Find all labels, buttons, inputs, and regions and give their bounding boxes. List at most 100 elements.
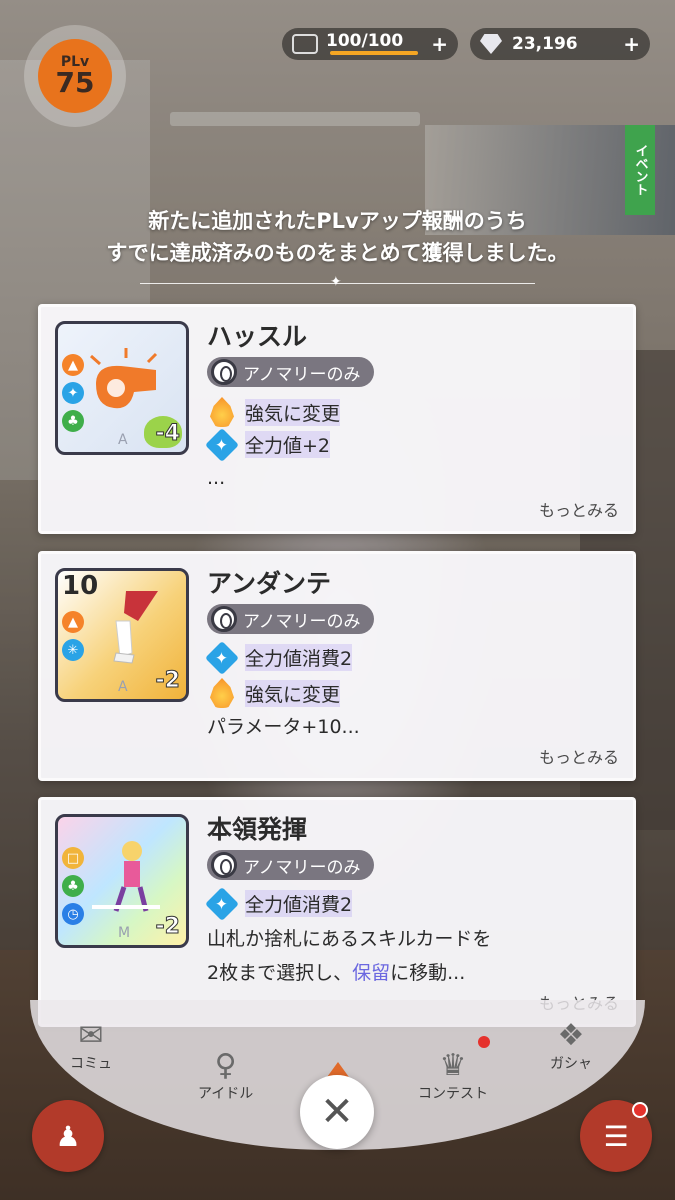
gem-icon (480, 34, 502, 54)
card-plan-tag: アノマリーのみ (207, 604, 375, 634)
card-effect-line: ✦ 全力値消費2 (205, 640, 353, 675)
keyword-link[interactable]: 保留 (352, 958, 390, 985)
player-button[interactable]: ♟ (32, 1100, 104, 1172)
stamina-bar (330, 51, 418, 55)
card-plan-tag: アノマリーのみ (207, 850, 375, 880)
fire-type-icon: ▲ (62, 611, 84, 633)
nav-item-gacha[interactable]: ❖ ガシャ (550, 1018, 592, 1073)
card-effect-text: 強気に変更 (245, 679, 341, 707)
trophy-icon: ♛ (439, 1048, 467, 1083)
card-effect-extra: パラメータ+10... (207, 716, 360, 738)
anomaly-icon (211, 852, 237, 878)
anomaly-icon (211, 359, 237, 385)
card-effect-ellipsis: ... (207, 467, 226, 489)
card-plan-tag-label: アノマリーのみ (243, 364, 361, 385)
star-type-icon: ✦ (62, 382, 84, 404)
card-title: アンダンテ (207, 569, 332, 598)
card-plan-tag-label: アノマリーのみ (243, 857, 361, 878)
card-cost-badge: -2 (155, 668, 180, 694)
contest-notification-dot (478, 1036, 490, 1048)
skill-card-item[interactable]: □ ♣ ◷ M -2 本領発揮 アノマリーのみ ✦ 全力値消費2 山札か捨札にあ… (38, 797, 636, 1027)
producer-level-circle: PLv 75 (38, 39, 112, 113)
card-effect-extra-1: 山札か捨札にあるスキルカードを (207, 928, 492, 950)
anomaly-icon (211, 606, 237, 632)
card-effect-text: に移動... (390, 962, 466, 984)
fire-type-icon: ▲ (62, 354, 84, 376)
card-rarity-letter: A (118, 432, 128, 448)
close-button[interactable]: ✕ (300, 1075, 374, 1149)
notice-line-2: すでに達成済みのものをまとめて獲得しました。 (106, 241, 569, 265)
close-icon: ✕ (320, 1089, 354, 1135)
stamina-icon (292, 34, 318, 54)
fire-icon (210, 678, 234, 708)
card-effect-line: 強気に変更 (207, 678, 341, 708)
card-cost-badge: -4 (155, 421, 180, 447)
stamina-bar-fill (330, 51, 418, 55)
nav-item-commu[interactable]: ✉ コミュ (70, 1018, 112, 1073)
card-title: ハッスル (207, 322, 308, 351)
card-rarity-letter: A (118, 679, 128, 695)
card-cost-number: 10 (62, 571, 99, 601)
clock-type-icon: ◷ (62, 903, 84, 925)
menu-icon: ☰ (603, 1119, 629, 1153)
commu-icon: ✉ (78, 1018, 104, 1053)
see-more-link[interactable]: もっとみる (539, 497, 619, 521)
skill-card-thumbnail: □ ♣ ◷ M -2 (55, 814, 189, 948)
leaf-type-icon: ♣ (62, 410, 84, 432)
card-title: 本領発揮 (207, 815, 308, 844)
menu-button[interactable]: ☰ (580, 1100, 652, 1172)
card-plan-tag-label: アノマリーのみ (243, 611, 361, 632)
square-type-icon: □ (62, 847, 84, 869)
thumbnail-type-icons: ▲ ✳ (62, 611, 84, 661)
star-icon: ✦ (205, 640, 239, 675)
star-icon: ✦ (205, 886, 239, 921)
card-effect-line: ✦ 全力値消費2 (205, 886, 353, 921)
notice-divider: ✦ (140, 274, 535, 290)
star-icon: ✦ (205, 427, 239, 462)
nav-item-idol[interactable]: ♀ アイドル (198, 1048, 253, 1103)
nav-item-label: ガシャ (550, 1056, 592, 1072)
thumbnail-type-icons: □ ♣ ◷ (62, 847, 84, 925)
reward-notice: 新たに追加されたPLvアップ報酬のうち すでに達成済みのものをまとめて獲得しまし… (0, 205, 675, 269)
dancer-icon (113, 591, 158, 664)
card-rarity-letter: M (118, 925, 131, 941)
notice-line-1: 新たに追加されたPLvアップ報酬のうち (148, 209, 527, 233)
skill-card-thumbnail: ▲ ✦ ♣ A -4 (55, 321, 189, 455)
nav-item-contest[interactable]: ♛ コンテスト (418, 1048, 488, 1103)
fire-icon (210, 397, 234, 427)
card-effect-text: 全力値消費2 (245, 644, 353, 671)
producer-level-badge[interactable]: PLv 75 (24, 25, 126, 127)
card-effect-text: 全力値消費2 (245, 890, 353, 917)
stamina-display[interactable]: 100/100 + (282, 28, 458, 60)
nav-item-label: コンテスト (418, 1086, 488, 1102)
skill-card-item[interactable]: 10 ▲ ✳ A -2 アンダンテ アノマリーのみ ✦ 全力値消費2 強気に変更… (38, 551, 636, 781)
card-plan-tag: アノマリーのみ (207, 357, 375, 387)
stamina-value: 100/100 (326, 31, 404, 51)
see-more-link[interactable]: もっとみる (539, 744, 619, 768)
gems-value: 23,196 (512, 34, 578, 54)
snow-type-icon: ✳ (62, 639, 84, 661)
gems-plus-button[interactable]: + (623, 32, 640, 56)
performer-icon (92, 841, 160, 912)
sparkle-icon: ✦ (330, 274, 342, 290)
skill-card-item[interactable]: ▲ ✦ ♣ A -4 ハッスル アノマリーのみ 強気に変更 ✦ 全力値+2 ..… (38, 304, 636, 534)
card-effect-text: 強気に変更 (245, 398, 341, 426)
stamina-plus-button[interactable]: + (431, 32, 448, 56)
plv-value: 75 (55, 66, 95, 99)
card-effect-extra-2: 2枚まで選択し、 保留 に移動... (207, 958, 465, 985)
pawn-icon: ♟ (55, 1119, 81, 1153)
idol-icon: ♀ (214, 1048, 237, 1083)
whistle-icon (90, 348, 158, 409)
nav-item-label: コミュ (70, 1056, 112, 1072)
card-effect-text: 全力値+2 (245, 431, 331, 458)
nav-item-label: アイドル (198, 1086, 254, 1102)
card-effect-text: 2枚まで選択し、 (207, 962, 353, 984)
event-tab[interactable]: イベント (625, 125, 655, 215)
card-effect-line: 強気に変更 (207, 397, 341, 427)
card-effect-line: ✦ 全力値+2 (205, 427, 331, 462)
gems-display[interactable]: 23,196 + (470, 28, 650, 60)
gacha-icon: ❖ (557, 1018, 585, 1053)
thumbnail-type-icons: ▲ ✦ ♣ (62, 354, 84, 432)
leaf-type-icon: ♣ (62, 875, 84, 897)
menu-notification-dot (632, 1102, 648, 1118)
